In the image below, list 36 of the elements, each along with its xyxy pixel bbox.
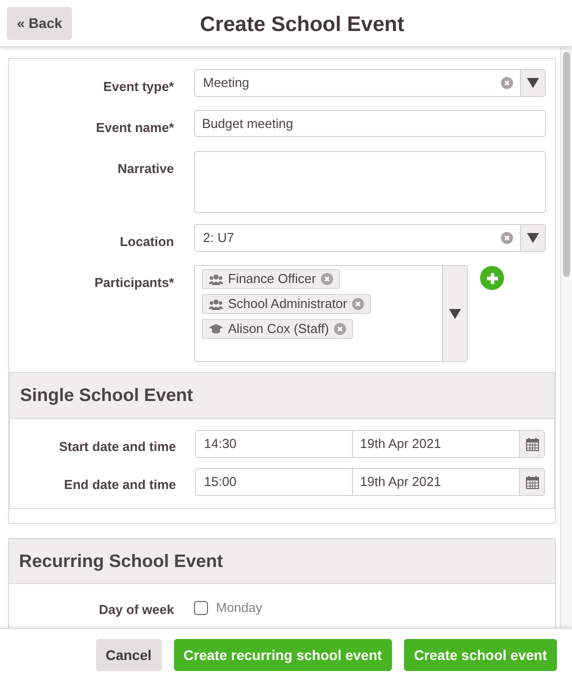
remove-icon — [352, 298, 364, 310]
field-label: Day of week — [98, 602, 174, 617]
tag-chip[interactable]: School Administrator — [202, 294, 372, 314]
checkbox-label: Monday — [216, 599, 262, 617]
remove-icon — [334, 323, 346, 335]
multi-select-field[interactable]: Finance Officer School Administrator Alison Cox (Staff) — [194, 265, 468, 362]
field-label: End date and time — [64, 477, 176, 492]
field-label: Event name* — [96, 120, 174, 135]
plus-icon — [486, 272, 498, 284]
remove-icon — [320, 273, 333, 285]
back-button[interactable]: « Back — [7, 6, 72, 40]
add-button[interactable] — [480, 266, 504, 290]
field-label: Event type* — [103, 79, 174, 94]
select-field[interactable]: 2: U7 — [194, 224, 546, 252]
checkbox[interactable] — [194, 600, 208, 615]
field-label: Participants* — [94, 275, 174, 290]
section-title: Single School Event — [20, 384, 194, 407]
caret-icon — [527, 233, 539, 243]
section-title: Recurring School Event — [19, 550, 224, 573]
select-field[interactable]: Meeting — [194, 69, 546, 97]
clear-icon — [501, 77, 513, 89]
graduation-cap-icon — [209, 324, 223, 334]
cancel-button[interactable]: Cancel — [96, 639, 162, 671]
narrative-field[interactable] — [194, 151, 546, 213]
tag-chip[interactable]: Finance Officer — [202, 269, 340, 289]
caret-icon — [449, 308, 461, 318]
tag-chip[interactable]: Alison Cox (Staff) — [202, 319, 353, 339]
text-field[interactable]: Budget meeting — [194, 110, 546, 137]
field-label: Location — [120, 234, 174, 249]
page-title: Create School Event — [200, 12, 404, 38]
people-icon — [209, 298, 223, 310]
people-icon — [209, 274, 223, 284]
clear-icon — [501, 232, 513, 244]
field-label: Start date and time — [58, 439, 176, 454]
caret-icon — [527, 78, 539, 88]
field-label: Narrative — [118, 161, 174, 176]
